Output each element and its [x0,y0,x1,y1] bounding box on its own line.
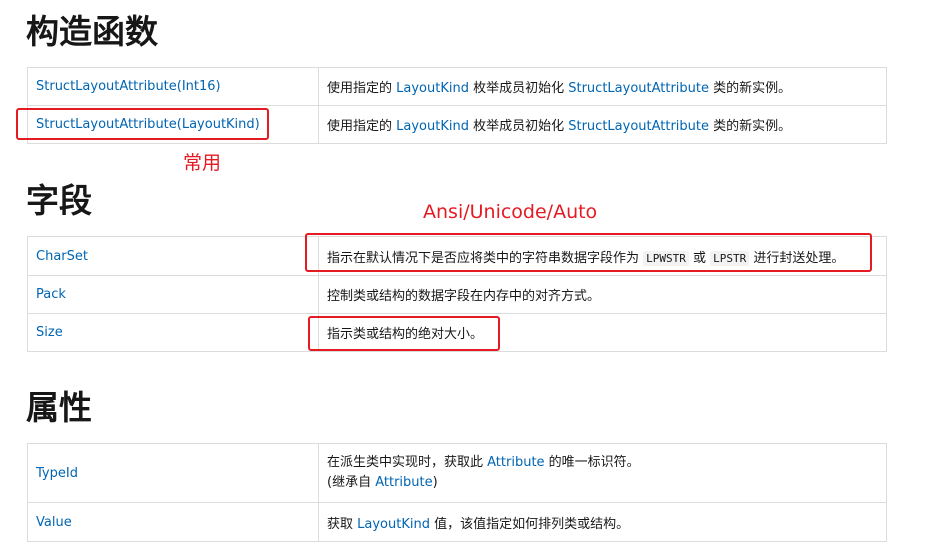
properties-heading: 属性 [26,388,92,427]
desc-text: 枚举成员初始化 [468,119,569,134]
desc-text: 类的新实例。 [709,119,792,134]
member-desc-cell: 使用指定的 LayoutKind 枚举成员初始化 StructLayoutAtt… [318,105,887,144]
property-value-link[interactable]: Value [36,515,72,530]
constructors-heading: 构造函数 [26,12,158,51]
member-name-cell: TypeId [27,443,319,503]
attribute-link[interactable]: Attribute [375,475,432,490]
table-row: Value 获取 LayoutKind 值，该值指定如何排列类或结构。 [27,502,887,542]
desc-text: 使用指定的 [327,119,397,134]
highlight-box-charset [305,233,872,272]
desc-text: 使用指定的 [327,81,397,96]
desc-text: 获取 [327,516,358,532]
inherited-line: (继承自 Attribute) [327,473,878,493]
member-name-cell: Size [27,313,319,352]
structlayoutattribute-link[interactable]: StructLayoutAttribute [568,81,709,96]
desc-text: 枚举成员初始化 [468,81,569,96]
attribute-link[interactable]: Attribute [487,455,544,470]
member-desc-cell: 控制类或结构的数据字段在内存中的对齐方式。 [318,275,887,314]
desc-text: 控制类或结构的数据字段在内存中的对齐方式。 [327,289,601,304]
fields-heading: 字段 [26,181,92,220]
highlight-box-size [308,316,500,351]
layoutkind-link[interactable]: LayoutKind [357,517,430,532]
member-name-cell: CharSet [27,236,319,276]
member-name-cell: Value [27,502,319,542]
layoutkind-link[interactable]: LayoutKind [396,81,469,96]
desc-text: 类的新实例。 [709,81,792,96]
table-row: TypeId 在派生类中实现时，获取此 Attribute 的唯一标识符。 (继… [27,443,887,503]
annotation-common-label: 常用 [183,152,222,174]
structlayoutattribute-link[interactable]: StructLayoutAttribute [568,119,709,134]
member-desc-cell: 获取 LayoutKind 值，该值指定如何排列类或结构。 [318,502,887,542]
layoutkind-link[interactable]: LayoutKind [396,119,469,134]
desc-text: (继承自 [327,475,376,490]
desc-text: 的唯一标识符。 [544,455,640,470]
member-name-cell: Pack [27,275,319,314]
field-charset-link[interactable]: CharSet [36,249,88,264]
desc-line: 在派生类中实现时，获取此 Attribute 的唯一标识符。 [327,453,878,473]
table-row: StructLayoutAttribute(Int16) 使用指定的 Layou… [27,67,887,106]
desc-text: 在派生类中实现时，获取此 [327,455,488,470]
desc-text: 值，该值指定如何排列类或结构。 [429,516,630,532]
member-desc-cell: 使用指定的 LayoutKind 枚举成员初始化 StructLayoutAtt… [318,67,887,106]
highlight-box-constructor [16,108,269,140]
constructor-int16-link[interactable]: StructLayoutAttribute(Int16) [36,79,221,94]
annotation-charset-label: Ansi/Unicode/Auto [423,201,598,223]
table-row: Pack 控制类或结构的数据字段在内存中的对齐方式。 [27,275,887,314]
properties-table: TypeId 在派生类中实现时，获取此 Attribute 的唯一标识符。 (继… [27,443,887,542]
field-pack-link[interactable]: Pack [36,287,66,302]
member-desc-cell: 在派生类中实现时，获取此 Attribute 的唯一标识符。 (继承自 Attr… [318,443,887,503]
field-size-link[interactable]: Size [36,325,63,340]
desc-text: ) [432,475,438,490]
property-typeid-link[interactable]: TypeId [36,466,78,481]
member-name-cell: StructLayoutAttribute(Int16) [27,67,319,106]
